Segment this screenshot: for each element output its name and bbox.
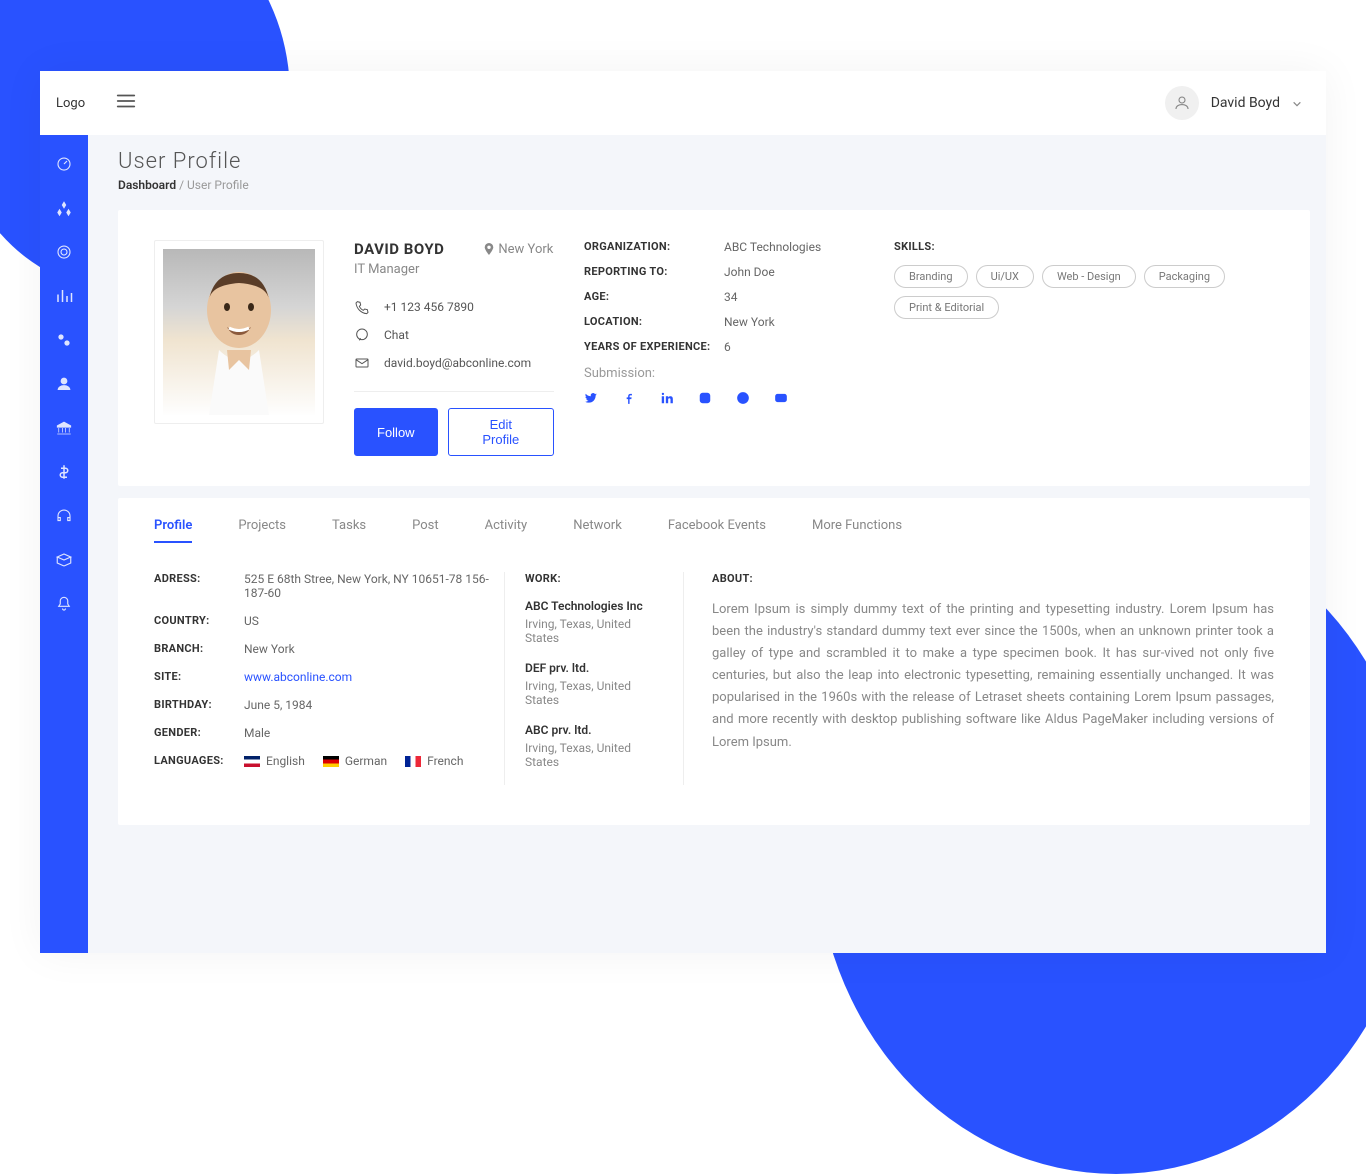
- work-item: DEF prv. ltd. Irving, Texas, United Stat…: [525, 661, 663, 707]
- skill-pill: Packaging: [1144, 265, 1225, 288]
- languages-label: LANGUAGES:: [154, 754, 244, 768]
- instagram-icon[interactable]: [698, 391, 712, 405]
- age-value: 34: [724, 290, 738, 304]
- submission-label: Submission:: [584, 366, 864, 381]
- avatar-container: [154, 240, 324, 424]
- skills-label: SKILLS:: [894, 240, 1274, 253]
- tab-network[interactable]: Network: [573, 518, 622, 543]
- whatsapp-icon[interactable]: [736, 391, 750, 405]
- address-label: ADRESS:: [154, 572, 244, 600]
- birthday-value: June 5, 1984: [244, 698, 312, 712]
- chat-row[interactable]: Chat: [354, 327, 554, 343]
- tabs: Profile Projects Tasks Post Activity Net…: [154, 518, 1274, 544]
- profile-location: New York: [484, 242, 553, 257]
- nav-settings-icon[interactable]: [55, 331, 73, 349]
- user-name: David Boyd: [1211, 95, 1280, 111]
- work-label: WORK:: [525, 572, 663, 585]
- app-container: Logo David Boyd User Profile Dashboar: [40, 71, 1326, 953]
- reporting-label: REPORTING TO:: [584, 265, 724, 279]
- page-title: User Profile: [118, 149, 1326, 174]
- flag-fr-icon: [405, 756, 421, 767]
- age-label: AGE:: [584, 290, 724, 304]
- user-menu[interactable]: David Boyd: [1165, 86, 1302, 120]
- skill-pill: Ui/UX: [976, 265, 1034, 288]
- skill-pill: Branding: [894, 265, 968, 288]
- location-value: New York: [724, 315, 775, 329]
- chevron-down-icon: [1292, 94, 1302, 113]
- address-value: 525 E 68th Stree, New York, NY 10651-78 …: [244, 572, 504, 600]
- divider: [354, 391, 554, 392]
- phone-row[interactable]: +1 123 456 7890: [354, 299, 554, 315]
- location-label: LOCATION:: [584, 315, 724, 329]
- tab-post[interactable]: Post: [412, 518, 439, 543]
- logo: Logo: [56, 96, 85, 111]
- user-icon: [1165, 86, 1199, 120]
- tab-more-functions[interactable]: More Functions: [812, 518, 902, 543]
- org-value: ABC Technologies: [724, 240, 821, 254]
- site-link[interactable]: www.abconline.com: [244, 670, 352, 684]
- gender-value: Male: [244, 726, 270, 740]
- nav-user-icon[interactable]: [55, 375, 73, 393]
- nav-bell-icon[interactable]: [55, 595, 73, 613]
- twitter-icon[interactable]: [584, 391, 598, 405]
- nav-bank-icon[interactable]: [55, 419, 73, 437]
- exp-label: YEARS OF EXPERIENCE:: [584, 340, 724, 354]
- nav-chart-icon[interactable]: [55, 287, 73, 305]
- lang-german: German: [323, 754, 387, 768]
- profile-role: IT Manager: [354, 262, 554, 277]
- chat-icon: [354, 327, 370, 343]
- topbar: Logo David Boyd: [40, 71, 1326, 135]
- nav-headphones-icon[interactable]: [55, 507, 73, 525]
- tab-projects[interactable]: Projects: [238, 518, 286, 543]
- work-item: ABC prv. ltd. Irving, Texas, United Stat…: [525, 723, 663, 769]
- mail-icon: [354, 355, 370, 371]
- site-label: SITE:: [154, 670, 244, 684]
- birthday-label: BIRTHDAY:: [154, 698, 244, 712]
- branch-value: New York: [244, 642, 295, 656]
- exp-value: 6: [724, 340, 731, 354]
- sidebar: [40, 135, 88, 953]
- facebook-icon[interactable]: [622, 391, 636, 405]
- gender-label: GENDER:: [154, 726, 244, 740]
- breadcrumb-root[interactable]: Dashboard: [118, 178, 176, 192]
- profile-header-card: DAVID BOYD New York IT Manager +1 123 45…: [118, 210, 1310, 486]
- skill-pill: Print & Editorial: [894, 296, 999, 319]
- branch-label: BRANCH:: [154, 642, 244, 656]
- work-item: ABC Technologies Inc Irving, Texas, Unit…: [525, 599, 663, 645]
- breadcrumb: Dashboard / User Profile: [118, 178, 1326, 192]
- email-row[interactable]: david.boyd@abconline.com: [354, 355, 554, 371]
- tab-activity[interactable]: Activity: [485, 518, 528, 543]
- flag-de-icon: [323, 756, 339, 767]
- lang-french: French: [405, 754, 463, 768]
- reporting-value: John Doe: [724, 265, 775, 279]
- about-label: ABOUT:: [712, 572, 1274, 585]
- country-value: US: [244, 614, 259, 628]
- nav-dollar-icon[interactable]: [55, 463, 73, 481]
- org-label: ORGANIZATION:: [584, 240, 724, 254]
- flag-uk-icon: [244, 756, 260, 767]
- linkedin-icon[interactable]: [660, 391, 674, 405]
- country-label: COUNTRY:: [154, 614, 244, 628]
- about-text: Lorem Ipsum is simply dummy text of the …: [712, 599, 1274, 754]
- tab-profile[interactable]: Profile: [154, 518, 192, 543]
- tab-facebook-events[interactable]: Facebook Events: [668, 518, 766, 543]
- avatar-image: [163, 249, 315, 415]
- nav-target-icon[interactable]: [55, 243, 73, 261]
- follow-button[interactable]: Follow: [354, 408, 438, 456]
- youtube-icon[interactable]: [774, 391, 788, 405]
- nav-dashboard-icon[interactable]: [55, 155, 73, 173]
- lang-english: English: [244, 754, 305, 768]
- hamburger-icon[interactable]: [115, 90, 137, 116]
- skills-container: Branding Ui/UX Web - Design Packaging Pr…: [894, 265, 1274, 319]
- nav-apps-icon[interactable]: [55, 199, 73, 217]
- phone-icon: [354, 299, 370, 315]
- edit-profile-button[interactable]: Edit Profile: [448, 408, 554, 456]
- breadcrumb-current: User Profile: [187, 178, 249, 192]
- tab-tasks[interactable]: Tasks: [332, 518, 366, 543]
- nav-box-icon[interactable]: [55, 551, 73, 569]
- main-content: User Profile Dashboard / User Profile: [88, 135, 1326, 953]
- profile-tabs-card: Profile Projects Tasks Post Activity Net…: [118, 498, 1310, 825]
- profile-name: DAVID BOYD: [354, 240, 444, 258]
- skill-pill: Web - Design: [1042, 265, 1136, 288]
